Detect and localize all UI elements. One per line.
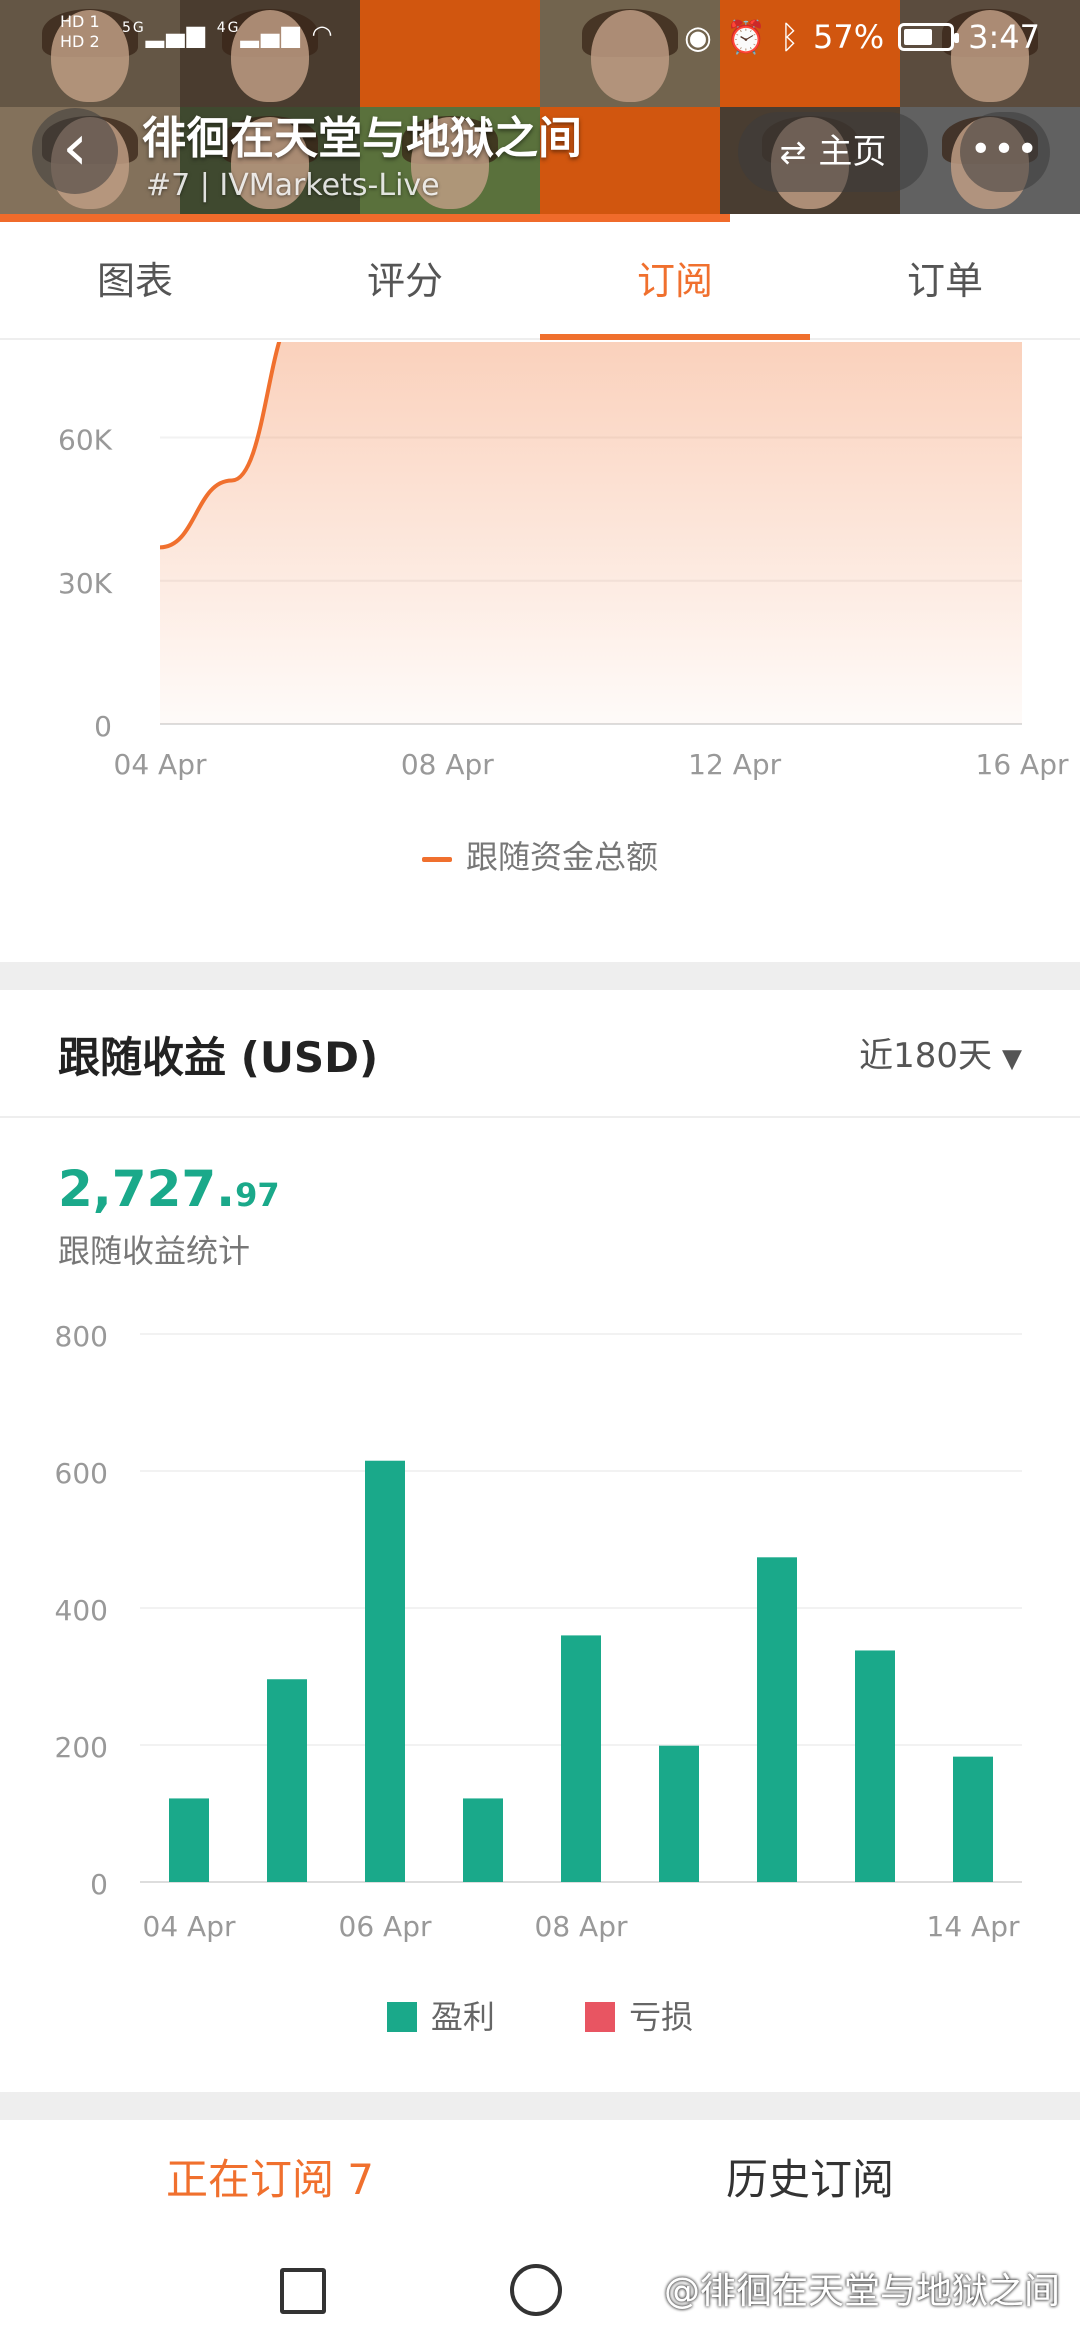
legend-profit-label: 盈利: [430, 1998, 495, 2036]
area-y-tick-label: 0: [94, 710, 112, 743]
area-y-tick-label: 60K: [58, 424, 113, 457]
hd1-label: HD 1: [60, 12, 100, 31]
period-dropdown[interactable]: 近180天 ▼: [859, 1028, 1022, 1077]
area-x-tick-label: 08 Apr: [401, 748, 494, 781]
net2-label: 4G: [216, 20, 241, 36]
profit-bar[interactable]: [365, 1460, 405, 1882]
net1-label: 5G: [122, 20, 146, 36]
profit-bar[interactable]: [757, 1557, 797, 1882]
home-nav-button[interactable]: [510, 2264, 562, 2316]
profit-bar[interactable]: [463, 1798, 503, 1882]
more-dots-icon: •••: [970, 129, 1040, 170]
follow-funds-chart: 0 30K 60K 04 Apr 08 Apr 12 Apr 16 Apr 跟随资金总额: [0, 342, 1080, 962]
page-title: 徘徊在天堂与地狱之间: [142, 113, 582, 164]
tab-history-subscriptions[interactable]: 历史订阅: [540, 2120, 1080, 2240]
swap-icon: ⇄: [779, 133, 807, 171]
home-button-label: 主页: [818, 132, 887, 172]
profit-total-integer: 2,727.: [58, 1160, 236, 1218]
legend-loss-label: 亏损: [629, 1998, 694, 2036]
bluetooth-icon: ᛒ: [779, 18, 800, 56]
period-dropdown-label: 近180天: [859, 1036, 992, 1076]
section-divider: [0, 962, 1080, 990]
header-accent-strip: [0, 214, 730, 222]
profit-bar[interactable]: [561, 1635, 601, 1882]
back-button[interactable]: ‹: [32, 108, 118, 194]
tab-subscription[interactable]: 订阅: [540, 222, 810, 340]
bar-chart-legend: 盈利 亏损: [0, 1992, 1080, 2038]
hd2-label: HD 2: [60, 32, 100, 51]
legend-loss-swatch: [585, 2002, 616, 2032]
area-chart-svg: 0 30K 60K 04 Apr 08 Apr 12 Apr 16 Apr: [58, 342, 1069, 781]
bar-x-tick-label: 06 Apr: [339, 1910, 432, 1943]
eye-icon: ◉: [684, 18, 712, 56]
profit-bar[interactable]: [267, 1679, 307, 1882]
profit-caption: 跟随收益统计: [58, 1232, 251, 1270]
bar-y-tick-label: 0: [90, 1868, 108, 1901]
bar-x-tick-label: 04 Apr: [143, 1910, 236, 1943]
bar-y-tick-label: 200: [55, 1731, 108, 1764]
status-bar: HD 1 HD 2 5G▂▄▆ 4G▂▄▆ ◠ ◉ ⏰ ᛒ 57% 3:47: [0, 0, 1080, 80]
header: HD 1 HD 2 5G▂▄▆ 4G▂▄▆ ◠ ◉ ⏰ ᛒ 57% 3:47 ‹…: [0, 0, 1080, 222]
area-chart-legend: 跟随资金总额: [0, 832, 1080, 878]
clock: 3:47: [968, 18, 1040, 56]
tab-orders[interactable]: 订单: [810, 222, 1080, 338]
bar-y-tick-label: 800: [55, 1320, 108, 1353]
area-x-tick-label: 12 Apr: [688, 748, 781, 781]
legend-profit[interactable]: 盈利: [386, 1992, 495, 2038]
profit-bar[interactable]: [953, 1756, 993, 1882]
caret-down-icon: ▼: [1002, 1044, 1022, 1074]
chevron-left-icon: ‹: [62, 111, 88, 185]
profit-bar-chart: 0 200 400 600 800 04 Apr 06 Apr 08 Apr 14 Apr: [55, 1320, 1022, 1943]
tab-current-subscriptions[interactable]: 正在订阅 7: [0, 2120, 540, 2240]
bar-x-tick-label: 08 Apr: [535, 1910, 628, 1943]
bar-y-tick-label: 600: [55, 1457, 108, 1490]
alarm-icon: ⏰: [725, 18, 766, 56]
recents-button[interactable]: [280, 2268, 326, 2314]
bar-y-tick-label: 400: [55, 1594, 108, 1627]
profit-total: 2,727.97: [58, 1160, 280, 1218]
area-x-tick-label: 16 Apr: [976, 748, 1069, 781]
legend-profit-swatch: [386, 2002, 417, 2032]
system-nav-bar: @徘徊在天堂与地狱之间: [0, 2240, 1080, 2340]
profit-bar[interactable]: [855, 1650, 895, 1882]
area-x-tick-label: 04 Apr: [114, 748, 207, 781]
battery-percent: 57%: [813, 18, 885, 56]
area-fill: [160, 342, 1022, 724]
profit-section-header: 跟随收益 (USD) 近180天 ▼: [0, 990, 1080, 1118]
section-divider: [0, 2092, 1080, 2120]
area-legend-label: 跟随资金总额: [465, 838, 658, 876]
page-subtitle: #7 | IVMarkets-Live: [146, 168, 440, 203]
wifi-icon: ◠: [311, 20, 335, 48]
profit-bar[interactable]: [169, 1798, 209, 1882]
tab-chart[interactable]: 图表: [0, 222, 270, 338]
tab-bar: 图表 评分 订阅 订单: [0, 222, 1080, 340]
bar-x-tick-label: 14 Apr: [927, 1910, 1020, 1943]
legend-line-icon: [421, 856, 452, 862]
battery-icon: [898, 23, 960, 51]
signal-icon: 5G▂▄▆ 4G▂▄▆ ◠: [122, 20, 335, 48]
profit-section-title: 跟随收益 (USD): [58, 1033, 379, 1082]
tab-rating[interactable]: 评分: [270, 222, 540, 338]
profit-total-decimal: 97: [235, 1176, 280, 1214]
legend-loss[interactable]: 亏损: [585, 1992, 693, 2038]
area-y-tick-label: 30K: [58, 567, 113, 600]
home-button[interactable]: ⇄ 主页: [738, 112, 928, 192]
profit-bar[interactable]: [659, 1745, 699, 1882]
watermark: @徘徊在天堂与地狱之间: [663, 2271, 1060, 2312]
subscription-tabs: 正在订阅 7 历史订阅: [0, 2120, 1080, 2240]
more-button[interactable]: •••: [960, 112, 1050, 192]
